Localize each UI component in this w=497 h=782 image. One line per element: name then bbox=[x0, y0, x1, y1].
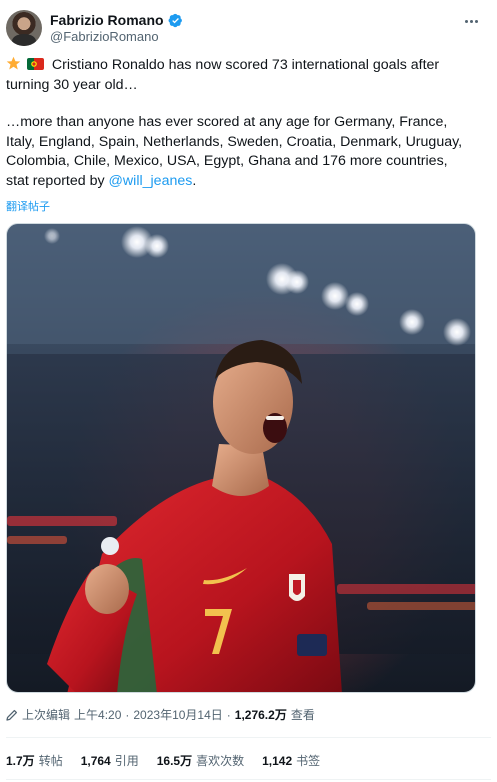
portugal-flag-icon bbox=[26, 58, 44, 70]
views-label: 查看 bbox=[290, 708, 315, 722]
tweet-date[interactable]: 2023年10月14日 bbox=[133, 706, 222, 723]
tweet-meta: 上次编辑 上午4:20 · 2023年10月14日 · 1,276.2万 查看 bbox=[6, 706, 315, 723]
last-edited-link[interactable]: 上次编辑 bbox=[22, 706, 70, 723]
tweet-paragraph-1: Cristiano Ronaldo has now scored 73 inte… bbox=[6, 56, 476, 95]
player-fist bbox=[85, 564, 129, 614]
edit-pencil-icon bbox=[6, 709, 18, 721]
retweets-count: 1.7万 bbox=[6, 754, 35, 768]
author-avatar[interactable] bbox=[6, 10, 42, 46]
floodlight bbox=[345, 292, 369, 316]
period: . bbox=[192, 172, 197, 189]
more-options-icon[interactable] bbox=[461, 13, 481, 29]
tweet-paragraph-2-line: Colombia, Chile, Mexico, USA, Egypt, Gha… bbox=[6, 153, 448, 169]
tweet-header: Fabrizio Romano @FabrizioRomano bbox=[6, 8, 491, 48]
author-name-row: Fabrizio Romano bbox=[50, 12, 183, 28]
quotes-label: 引用 bbox=[114, 754, 139, 768]
tweet-time[interactable]: 上午4:20 bbox=[74, 706, 121, 723]
stat-reported-by-text: stat reported by bbox=[6, 172, 109, 189]
author-handle[interactable]: @FabrizioRomano bbox=[50, 29, 159, 44]
tweet-paragraph-2: …more than anyone has ever scored at any… bbox=[6, 113, 476, 191]
tweet-stats: 1.7万 转帖 1,764 引用 16.5万 喜欢次数 1,142 书签 bbox=[6, 752, 320, 769]
divider bbox=[6, 779, 491, 780]
dot bbox=[464, 19, 468, 23]
star-emoji-icon bbox=[6, 56, 21, 70]
tweet-paragraph-2-line: stat reported by @will_jeanes. bbox=[6, 172, 476, 192]
bookmarks-label: 书签 bbox=[296, 754, 321, 768]
meta-separator: · bbox=[125, 707, 130, 722]
likes-label: 喜欢次数 bbox=[196, 754, 245, 768]
retweets-stat[interactable]: 1.7万 转帖 bbox=[6, 752, 63, 769]
sleeve-badge bbox=[101, 537, 119, 555]
floodlight bbox=[285, 270, 309, 294]
views-count: 1,276.2万 bbox=[234, 708, 287, 722]
tweet-paragraph-2-line: …more than anyone has ever scored at any… bbox=[6, 114, 448, 130]
mention-link[interactable]: @will_jeanes bbox=[109, 173, 193, 189]
floodlight bbox=[443, 318, 471, 346]
led-board bbox=[337, 584, 475, 594]
dot bbox=[469, 19, 473, 23]
bookmarks-count: 1,142 bbox=[262, 754, 293, 768]
tweet-media-photo[interactable] bbox=[6, 223, 476, 693]
led-board bbox=[7, 536, 67, 544]
divider bbox=[6, 737, 491, 738]
player-teeth bbox=[266, 416, 284, 420]
tweet-paragraph-1-text: Cristiano Ronaldo has now scored 73 inte… bbox=[6, 57, 440, 93]
meta-separator: · bbox=[226, 707, 231, 722]
likes-count: 16.5万 bbox=[156, 754, 193, 768]
quotes-count: 1,764 bbox=[80, 754, 111, 768]
tweet-paragraph-2-line: Italy, England, Spain, Netherlands, Swed… bbox=[6, 133, 463, 150]
retweets-label: 转帖 bbox=[38, 754, 63, 768]
portugal-crest-inner bbox=[293, 580, 301, 595]
tweet-text: Cristiano Ronaldo has now scored 73 inte… bbox=[6, 56, 476, 191]
bookmarks-stat[interactable]: 1,142 书签 bbox=[262, 752, 320, 769]
led-board bbox=[367, 602, 475, 610]
floodlight bbox=[44, 228, 60, 244]
tweet-container: Fabrizio Romano @FabrizioRomano Cristian… bbox=[0, 0, 497, 782]
quotes-stat[interactable]: 1,764 引用 bbox=[81, 752, 139, 769]
verified-badge-icon bbox=[168, 13, 182, 27]
floodlight bbox=[145, 234, 169, 258]
dot bbox=[474, 19, 478, 23]
photo-scene-illustration bbox=[7, 224, 475, 692]
author-display-name[interactable]: Fabrizio Romano bbox=[50, 12, 164, 28]
captain-armband bbox=[297, 634, 327, 656]
translate-post-link[interactable]: 翻译帖子 bbox=[6, 198, 50, 214]
led-board bbox=[7, 516, 117, 526]
floodlight bbox=[399, 309, 425, 335]
likes-stat[interactable]: 16.5万 喜欢次数 bbox=[157, 752, 244, 769]
floodlight bbox=[321, 282, 349, 310]
